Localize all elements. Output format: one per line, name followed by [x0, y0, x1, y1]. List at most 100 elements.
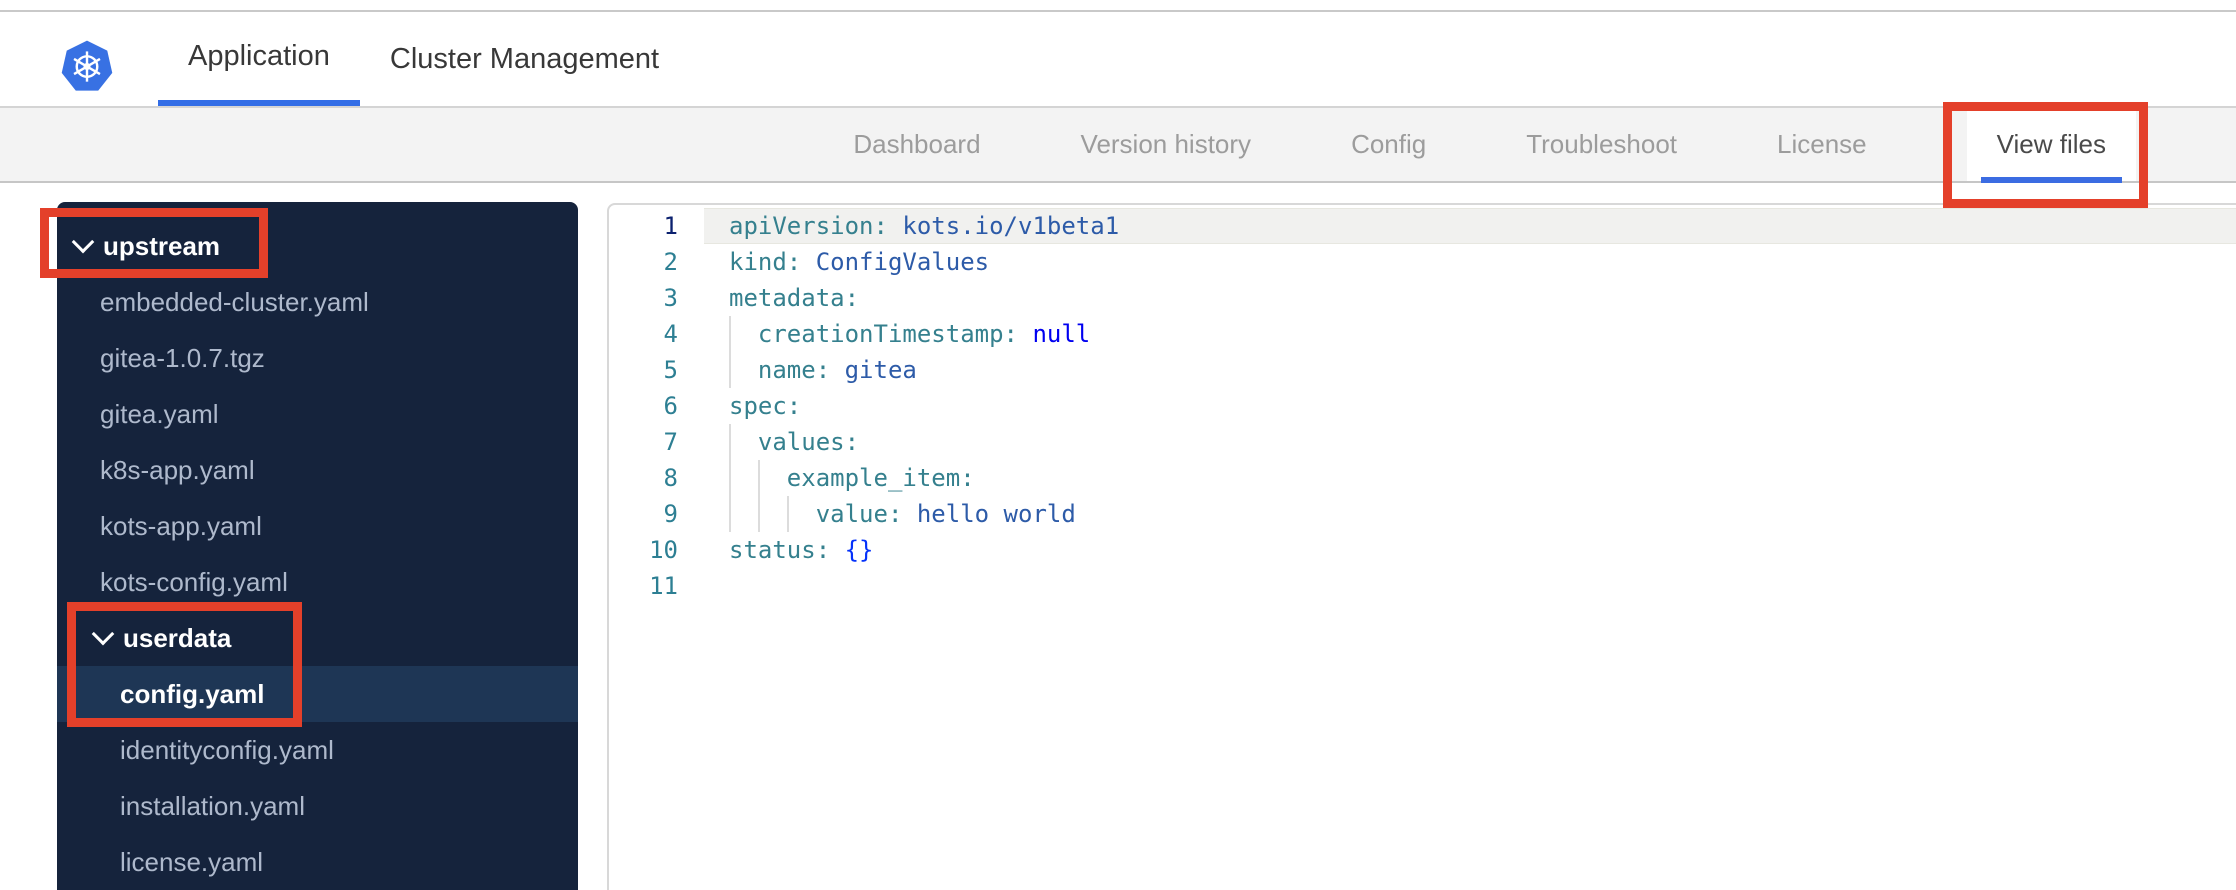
editor-line-10[interactable]: 10 status: {} — [609, 532, 2236, 568]
token-val: hello world — [916, 500, 1076, 528]
chevron-down-icon — [71, 230, 95, 254]
line-number: 3 — [663, 284, 678, 312]
token-key: status: — [729, 536, 831, 564]
tree-file-gitea-1-0-7-tgz[interactable]: gitea-1.0.7.tgz — [57, 330, 578, 386]
tree-file-identityconfig-yaml[interactable]: identityconfig.yaml — [57, 722, 578, 778]
editor-line-4[interactable]: 4 creationTimestamp: null — [609, 316, 2236, 352]
tab-license[interactable]: License — [1777, 129, 1867, 160]
kots-admin-console: Application Cluster Management Dashboard… — [0, 0, 2236, 890]
editor-line-3[interactable]: 3 metadata: — [609, 280, 2236, 316]
line-content: values: — [704, 424, 2236, 460]
editor-line-7[interactable]: 7 values: — [609, 424, 2236, 460]
indent-guide-line — [729, 424, 731, 460]
tab-view-files[interactable]: View files — [1966, 108, 2136, 183]
tree-file-installation-yaml[interactable]: installation.yaml — [57, 778, 578, 834]
tree-file-gitea-yaml[interactable]: gitea.yaml — [57, 386, 578, 442]
app-header: Application Cluster Management — [0, 12, 2236, 106]
indent-guide-line — [757, 460, 760, 496]
tree-item-label: gitea.yaml — [100, 398, 219, 429]
line-number: 6 — [663, 392, 678, 420]
line-content: creationTimestamp: null — [704, 316, 2236, 352]
line-number: 5 — [663, 356, 678, 384]
tab-dashboard[interactable]: Dashboard — [853, 129, 980, 160]
tree-item-label: gitea-1.0.7.tgz — [100, 342, 265, 373]
editor-line-2[interactable]: 2 kind: ConfigValues — [609, 244, 2236, 280]
tab-version-history[interactable]: Version history — [1081, 129, 1252, 160]
token-key: creationTimestamp: — [757, 320, 1018, 348]
tree-item-label: kots-config.yaml — [100, 566, 288, 597]
indent-guide-line — [729, 352, 731, 388]
line-number: 1 — [663, 212, 678, 240]
token-key: example_item: — [786, 464, 975, 492]
line-number: 8 — [663, 464, 678, 492]
tree-item-label: upstream — [103, 230, 221, 261]
app-nav: Dashboard Version history Config Trouble… — [0, 108, 2236, 183]
token-val: kots.io/v1beta1 — [902, 212, 1120, 240]
line-number: 7 — [663, 428, 678, 456]
token-br: {} — [844, 536, 874, 564]
editor-line-11[interactable]: 11 — [609, 568, 2236, 604]
editor-lines: 1 apiVersion: kots.io/v1beta1 2 kind: Confi… — [609, 208, 2236, 604]
token-val: gitea — [844, 356, 917, 384]
tree-item-label: k8s-app.yaml — [100, 454, 255, 485]
line-number: 4 — [663, 320, 678, 348]
tree-file-kots-app-yaml[interactable]: kots-app.yaml — [57, 498, 578, 554]
tab-config[interactable]: Config — [1351, 129, 1426, 160]
header-tabs: Application Cluster Management — [158, 12, 689, 106]
tab-view-files-label: View files — [1996, 129, 2106, 159]
tree-file-license-yaml[interactable]: license.yaml — [57, 834, 578, 890]
line-content: apiVersion: kots.io/v1beta1 — [704, 208, 2236, 244]
tree-item-label: userdata — [123, 622, 232, 653]
token-key: values: — [757, 428, 860, 456]
editor-line-5[interactable]: 5 name: gitea — [609, 352, 2236, 388]
line-number: 2 — [663, 248, 678, 276]
tab-troubleshoot[interactable]: Troubleshoot — [1526, 129, 1677, 160]
editor-line-9[interactable]: 9 value: hello world — [609, 496, 2236, 532]
line-content: metadata: — [704, 280, 2236, 316]
tree-file-embedded-cluster-yaml[interactable]: embedded-cluster.yaml — [57, 274, 578, 330]
token-key: metadata: — [729, 284, 860, 312]
line-content — [704, 568, 2236, 604]
editor-line-8[interactable]: 8 example_item: — [609, 460, 2236, 496]
tree-item-label: identityconfig.yaml — [120, 734, 334, 765]
indent-guide-line — [729, 316, 731, 352]
kubernetes-logo-icon — [60, 38, 114, 94]
editor-line-6[interactable]: 6 spec: — [609, 388, 2236, 424]
tree-item-label: license.yaml — [120, 846, 264, 877]
token-key: kind: — [729, 248, 802, 276]
tree-file-kots-config-yaml[interactable]: kots-config.yaml — [57, 554, 578, 610]
token-val: ConfigValues — [815, 248, 990, 276]
tree-item-label: installation.yaml — [120, 790, 305, 821]
editor-line-1[interactable]: 1 apiVersion: kots.io/v1beta1 — [609, 208, 2236, 244]
indent-guide-line — [729, 460, 731, 496]
tree-folder-upstream[interactable]: upstream — [57, 218, 578, 274]
yaml-editor[interactable]: 1 apiVersion: kots.io/v1beta1 2 kind: Confi… — [607, 203, 2236, 890]
active-tab-underline — [1980, 177, 2122, 183]
token-key: value: — [815, 500, 903, 528]
line-content: status: {} — [704, 532, 2236, 568]
tree-file-k8s-app-yaml[interactable]: k8s-app.yaml — [57, 442, 578, 498]
file-tree: upstream embedded-cluster.yaml gitea-1.0.7… — [57, 202, 578, 890]
tree-file-config-yaml[interactable]: config.yaml — [57, 666, 578, 722]
tree-folder-userdata[interactable]: userdata — [57, 610, 578, 666]
tree-item-label: kots-app.yaml — [100, 510, 262, 541]
line-content: kind: ConfigValues — [704, 244, 2236, 280]
tab-cluster-management[interactable]: Cluster Management — [360, 12, 689, 106]
token-key: spec: — [729, 392, 802, 420]
tree-item-label: config.yaml — [120, 678, 265, 709]
chevron-down-icon — [91, 622, 115, 646]
line-number: 10 — [649, 536, 678, 564]
indent-guide-line — [729, 496, 731, 532]
token-kw: null — [1032, 320, 1091, 348]
indent-guide-line — [786, 496, 789, 532]
tab-application[interactable]: Application — [158, 12, 360, 106]
